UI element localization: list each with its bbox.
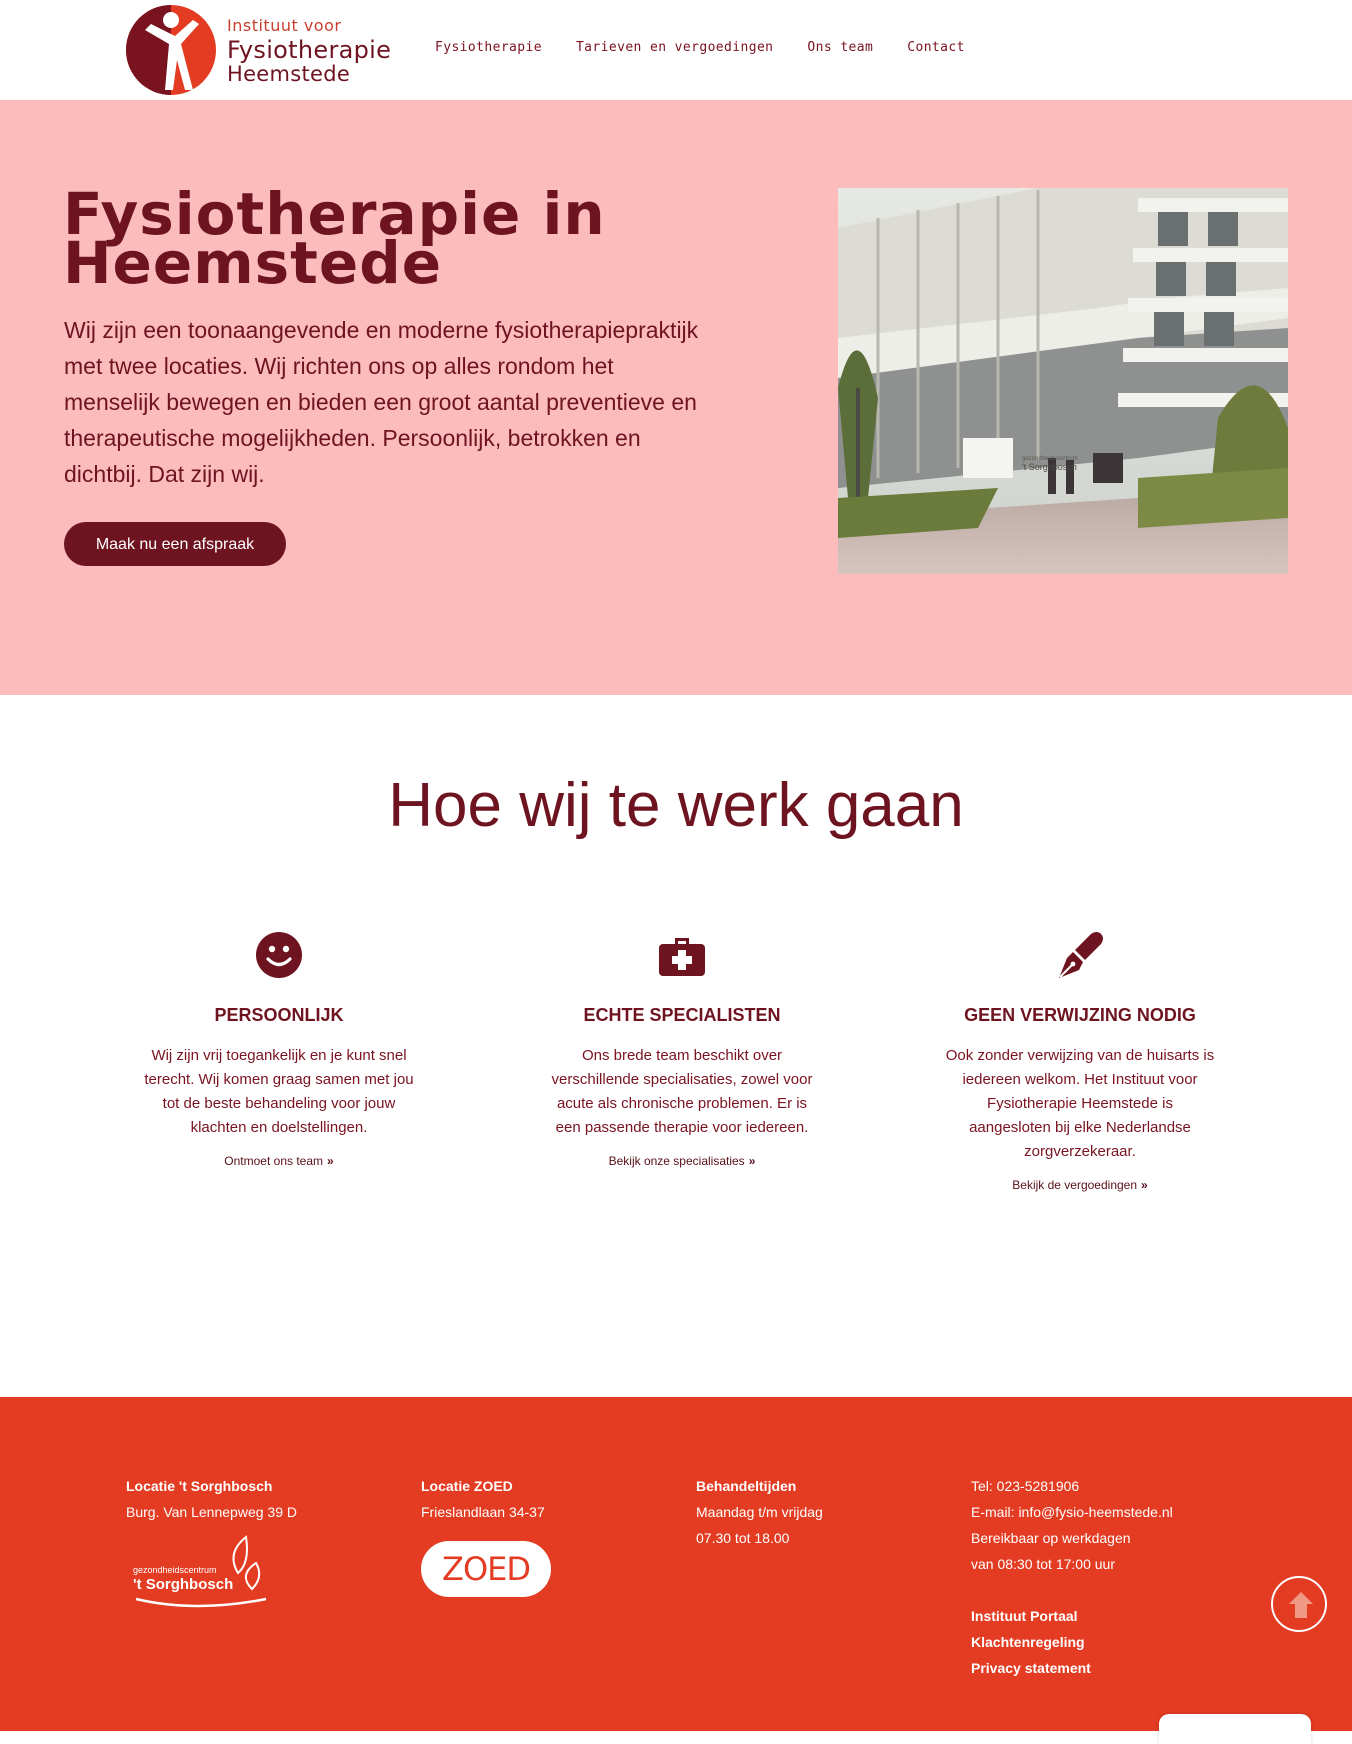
nav-item-tarieven[interactable]: Tarieven en vergoedingen — [576, 40, 773, 55]
hero-section: Fysiotherapie in Heemstede Wij zijn een … — [0, 100, 1352, 695]
zoed-logo: ZOED — [421, 1541, 551, 1597]
site-footer: Locatie 't Sorghbosch Burg. Van Lennepwe… — [0, 1397, 1352, 1731]
footer-availability: Bereikbaar op werkdagen — [971, 1530, 1131, 1546]
nav-item-contact[interactable]: Contact — [907, 40, 965, 55]
feature-text: Ons brede team beschikt over verschillen… — [551, 1047, 813, 1136]
feature-geen-verwijzing: GEEN VERWIJZING NODIG Ook zonder verwijz… — [930, 930, 1230, 1194]
logo-figure-icon — [126, 5, 216, 95]
footer-link-complaints[interactable]: Klachtenregeling — [971, 1629, 1173, 1655]
hero-title: Fysiotherapie in Heemstede — [63, 180, 606, 297]
double-chevron-right-icon: » — [748, 1154, 756, 1168]
feature-specialisten: ECHTE SPECIALISTEN Ons brede team beschi… — [532, 930, 832, 1170]
fountain-pen-icon — [1059, 932, 1103, 978]
smiley-icon — [256, 932, 302, 978]
footer-heading: Locatie 't Sorghbosch — [126, 1478, 273, 1494]
site-header: Instituut voor Fysiotherapie Heemstede F… — [0, 0, 1352, 100]
footer-hours-times: 07.30 tot 18.00 — [696, 1530, 790, 1546]
link-label: Bekijk onze specialisaties — [608, 1154, 745, 1168]
footer-heading: Locatie ZOED — [421, 1478, 513, 1494]
logo-line-3: Heemstede — [227, 62, 351, 86]
footer-spacer — [971, 1577, 1173, 1603]
meet-team-link[interactable]: Ontmoet ons team» — [224, 1154, 333, 1168]
footer-hours-days: Maandag t/m vrijdag — [696, 1504, 823, 1520]
feature-title: PERSOONLIJK — [214, 1005, 344, 1025]
double-chevron-right-icon: » — [1141, 1178, 1148, 1192]
feature-text: Wij zijn vrij toegankelijk en je kunt sn… — [144, 1047, 414, 1136]
view-reimbursements-link[interactable]: Bekijk de vergoedingen» — [1012, 1178, 1147, 1192]
site-logo[interactable]: Instituut voor Fysiotherapie Heemstede — [125, 4, 391, 96]
make-appointment-button[interactable]: Maak nu een afspraak — [64, 522, 286, 566]
footer-phone: Tel: 023-5281906 — [971, 1478, 1080, 1494]
link-label: Ontmoet ons team — [224, 1154, 324, 1168]
footer-heading: Behandeltijden — [696, 1478, 797, 1494]
link-label: Bekijk de vergoedingen — [1012, 1178, 1138, 1192]
hero-text: Wij zijn een toonaangevende en moderne f… — [64, 317, 699, 487]
feature-title: GEEN VERWIJZING NODIG — [964, 1005, 1196, 1025]
footer-availability-hours: van 08:30 tot 17:00 uur — [971, 1556, 1115, 1572]
footer-treatment-hours: Behandeltijden Maandag t/m vrijdag 07.30… — [696, 1473, 823, 1551]
view-specialisations-link[interactable]: Bekijk onze specialisaties» — [609, 1154, 756, 1168]
nav-item-ons-team[interactable]: Ons team — [807, 40, 873, 55]
building-photo-illustration: gezondheidscentrum 't Sorghbosch — [838, 188, 1288, 574]
building-sign: 't Sorghbosch — [1022, 462, 1077, 472]
sorghbosch-logo: gezondheidscentrum 't Sorghbosch — [133, 1535, 267, 1608]
footer-contact: Tel: 023-5281906 E-mail: info@fysio-heem… — [971, 1473, 1173, 1681]
hero-building-photo: gezondheidscentrum 't Sorghbosch — [838, 188, 1288, 574]
footer-email: E-mail: info@fysio-heemstede.nl — [971, 1504, 1173, 1520]
arrow-up-icon — [1289, 1592, 1313, 1618]
footer-link-privacy[interactable]: Privacy statement — [971, 1655, 1173, 1681]
footer-address: Burg. Van Lennepweg 39 D — [126, 1504, 297, 1520]
scroll-to-top-button[interactable] — [1271, 1576, 1327, 1632]
section-title: Hoe wij te werk gaan — [388, 771, 964, 840]
nav-item-fysiotherapie[interactable]: Fysiotherapie — [435, 40, 542, 55]
medical-kit-icon — [659, 938, 705, 976]
feature-title: ECHTE SPECIALISTEN — [583, 1005, 781, 1025]
logo-line-1: Instituut voor — [227, 16, 342, 35]
footer-address: Frieslandlaan 34-37 — [421, 1504, 545, 1520]
feature-persoonlijk: PERSOONLIJK Wij zijn vrij toegankelijk e… — [129, 930, 429, 1170]
logo-line-2: Fysiotherapie — [227, 36, 392, 64]
logo-text: Instituut voor Fysiotherapie Heemstede — [227, 18, 391, 85]
footer-link-portal[interactable]: Instituut Portaal — [971, 1603, 1173, 1629]
footer-location-sorghbosch: Locatie 't Sorghbosch Burg. Van Lennepwe… — [126, 1473, 297, 1625]
sorghbosch-logo-small: gezondheidscentrum — [133, 1565, 217, 1575]
feature-text: Ook zonder verwijzing van de huisarts is… — [945, 1047, 1215, 1160]
cookie-settings-tab[interactable] — [1159, 1714, 1311, 1744]
double-chevron-right-icon: » — [327, 1154, 334, 1168]
sorghbosch-logo-name: 't Sorghbosch — [133, 1576, 233, 1593]
main-nav: Fysiotherapie Tarieven en vergoedingen O… — [435, 40, 999, 55]
footer-location-zoed: Locatie ZOED Frieslandlaan 34-37 ZOED — [421, 1473, 551, 1597]
